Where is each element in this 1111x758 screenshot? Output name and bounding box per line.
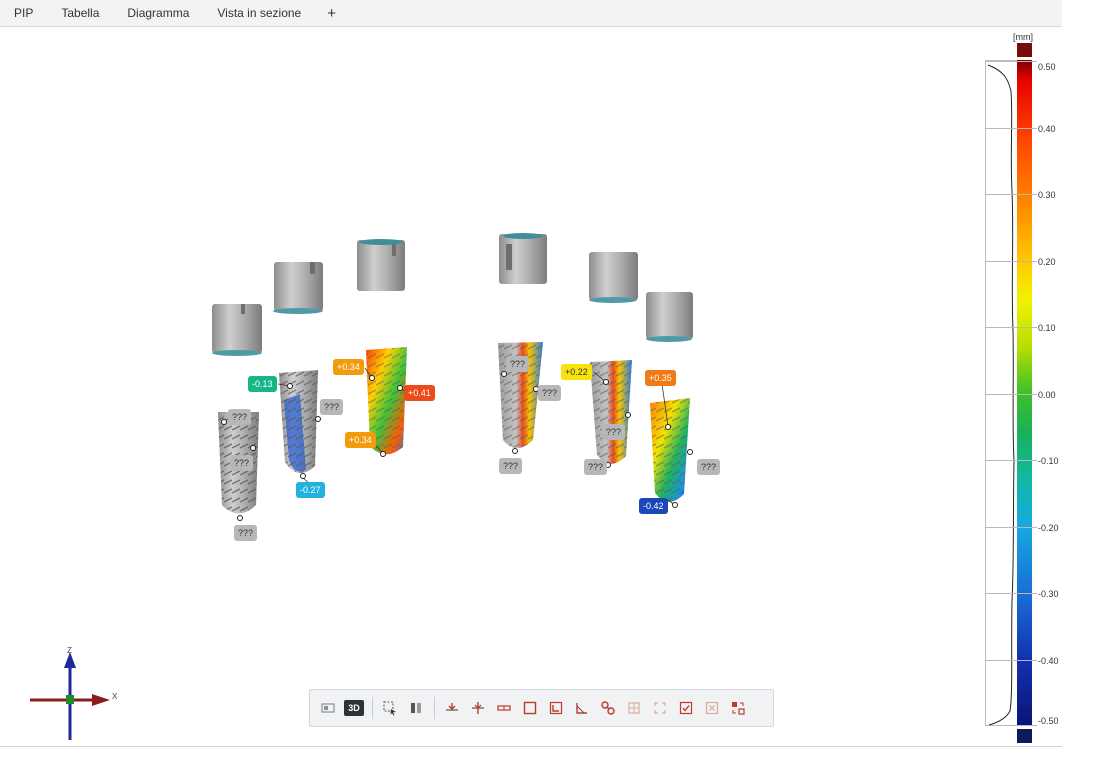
- scale-upper-cap: [1017, 43, 1032, 57]
- tab-tabella[interactable]: Tabella: [47, 6, 113, 20]
- deviation-label[interactable]: ???: [228, 409, 252, 425]
- scale-gridline: [985, 194, 1037, 195]
- deviation-label[interactable]: +0.34: [333, 359, 364, 375]
- scale-histogram: [985, 60, 1018, 726]
- grid-icon[interactable]: [623, 697, 645, 719]
- 3d-view-icon[interactable]: 3D: [343, 697, 365, 719]
- deviation-label[interactable]: ???: [320, 399, 344, 415]
- viewport-bottom-border: [0, 746, 1062, 747]
- select-icon[interactable]: [379, 697, 401, 719]
- scale-gridline: [985, 460, 1037, 461]
- scale-gridline: [985, 128, 1037, 129]
- scale-gridline: [985, 527, 1037, 528]
- split-view-icon[interactable]: [405, 697, 427, 719]
- scale-tick-label: 0.20: [1038, 257, 1056, 267]
- swap-icon[interactable]: [727, 697, 749, 719]
- deviation-label[interactable]: ???: [499, 458, 523, 474]
- implant-5: [590, 360, 632, 464]
- x-axis-label: X: [112, 692, 118, 701]
- scale-tick-label: -0.40: [1038, 656, 1059, 666]
- deviation-color-scale: [1017, 60, 1032, 726]
- scale-unit-label: [mm]: [1013, 32, 1033, 42]
- scale-tick-label: 0.30: [1038, 190, 1056, 200]
- deviation-label[interactable]: ???: [697, 459, 721, 475]
- toolbar-separator: [372, 697, 373, 719]
- scale-gridline: [985, 660, 1037, 661]
- link-icon[interactable]: [597, 697, 619, 719]
- abutment-2: [273, 262, 323, 314]
- check-icon[interactable]: [675, 697, 697, 719]
- abutment-5: [589, 252, 638, 303]
- add-tab-button[interactable]: +: [315, 5, 348, 22]
- deviation-label[interactable]: -0.27: [296, 482, 325, 498]
- abutment-6: [646, 292, 693, 342]
- deviation-label[interactable]: ???: [584, 459, 608, 475]
- frame-icon[interactable]: [519, 697, 541, 719]
- z-axis-label: Z: [67, 646, 72, 655]
- deviation-label[interactable]: ???: [234, 525, 258, 541]
- focus-icon[interactable]: [649, 697, 671, 719]
- scale-tick-label: 0.00: [1038, 390, 1056, 400]
- scale-lower-cap: [1017, 729, 1032, 743]
- scale-tick-label: 0.50: [1038, 62, 1056, 72]
- scale-gridline: [985, 394, 1037, 395]
- align-icon[interactable]: [441, 697, 463, 719]
- corner-icon[interactable]: [545, 697, 567, 719]
- menu-bar: PIP Tabella Diagramma Vista in sezione +: [0, 0, 1062, 27]
- 2d-view-icon[interactable]: [317, 697, 339, 719]
- abutment-1: [212, 304, 262, 356]
- pin-icon[interactable]: [467, 697, 489, 719]
- scale-gridline: [985, 61, 1037, 62]
- tab-pip[interactable]: PIP: [0, 6, 47, 20]
- deviation-label[interactable]: ???: [230, 455, 254, 471]
- scale-tick-label: -0.50: [1038, 716, 1059, 726]
- scale-tick-label: -0.20: [1038, 523, 1059, 533]
- close-icon[interactable]: [701, 697, 723, 719]
- deviation-label[interactable]: ???: [506, 356, 530, 372]
- scale-gridline: [985, 327, 1037, 328]
- scale-gridline: [985, 725, 1037, 726]
- toolbar-separator: [434, 697, 435, 719]
- deviation-label[interactable]: -0.42: [639, 498, 668, 514]
- deviation-label[interactable]: +0.41: [404, 385, 435, 401]
- measure-icon[interactable]: [493, 697, 515, 719]
- abutment-3: [357, 239, 405, 291]
- scale-gridline: [985, 261, 1037, 262]
- scale-tick-label: -0.30: [1038, 589, 1059, 599]
- deviation-label[interactable]: +0.34: [345, 432, 376, 448]
- axes-gizmo: [30, 652, 110, 740]
- 3d-viewport[interactable]: [0, 27, 980, 745]
- scale-tick-label: -0.10: [1038, 456, 1059, 466]
- tab-diagramma[interactable]: Diagramma: [113, 6, 203, 20]
- abutment-4: [499, 233, 547, 284]
- scale-gridline: [985, 593, 1037, 594]
- deviation-label[interactable]: ???: [602, 424, 626, 440]
- scale-tick-label: 0.10: [1038, 323, 1056, 333]
- deviation-label[interactable]: +0.22: [561, 364, 592, 380]
- tab-vista-in-sezione[interactable]: Vista in sezione: [203, 6, 315, 20]
- implant-6: [650, 398, 690, 502]
- deviation-label[interactable]: +0.35: [645, 370, 676, 386]
- angle-icon[interactable]: [571, 697, 593, 719]
- 3d-view-label: 3D: [344, 700, 364, 716]
- deviation-label[interactable]: ???: [538, 385, 562, 401]
- view-toolbar: 3D: [309, 689, 774, 727]
- scale-tick-label: 0.40: [1038, 124, 1056, 134]
- deviation-label[interactable]: -0.13: [248, 376, 277, 392]
